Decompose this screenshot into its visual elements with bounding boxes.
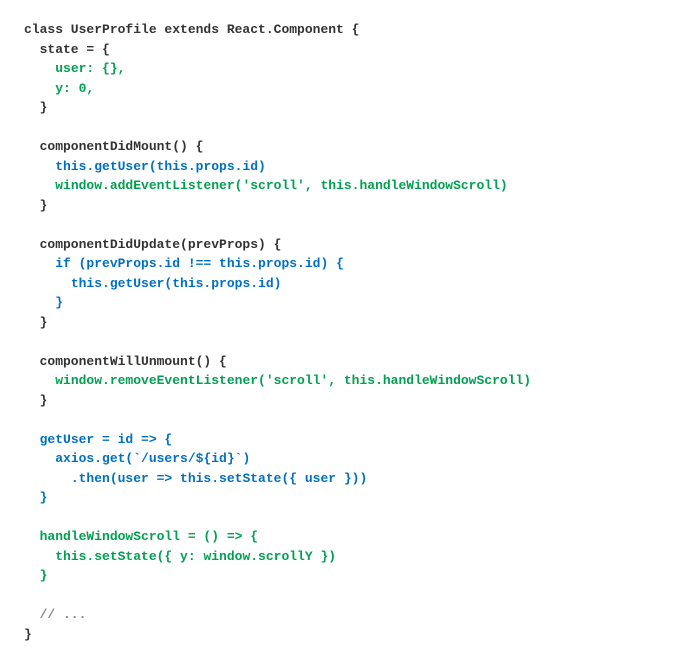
code-line: componentWillUnmount() {: [24, 354, 227, 369]
code-line: }: [24, 490, 47, 505]
code-line: }: [24, 315, 47, 330]
code-line: }: [24, 198, 47, 213]
code-line: }: [24, 100, 47, 115]
code-line: class UserProfile extends React.Componen…: [24, 22, 359, 37]
code-line: }: [24, 295, 63, 310]
code-line: window.addEventListener('scroll', this.h…: [24, 178, 508, 193]
code-line: y: 0,: [24, 81, 94, 96]
code-block: class UserProfile extends React.Componen…: [24, 20, 656, 644]
code-line: this.setState({ y: window.scrollY }): [24, 549, 336, 564]
code-line: handleWindowScroll = () => {: [24, 529, 258, 544]
code-line: componentDidMount() {: [24, 139, 203, 154]
code-line: }: [24, 393, 47, 408]
code-line: if (prevProps.id !== this.props.id) {: [24, 256, 344, 271]
code-line: }: [24, 627, 32, 642]
code-line: this.getUser(this.props.id): [24, 276, 281, 291]
code-line: // ...: [24, 607, 86, 622]
code-line: }: [24, 568, 47, 583]
code-line: user: {},: [24, 61, 125, 76]
code-line: axios.get(`/users/${id}`): [24, 451, 250, 466]
code-line: componentDidUpdate(prevProps) {: [24, 237, 281, 252]
code-line: .then(user => this.setState({ user })): [24, 471, 367, 486]
code-line: state = {: [24, 42, 110, 57]
code-line: window.removeEventListener('scroll', thi…: [24, 373, 531, 388]
code-line: getUser = id => {: [24, 432, 172, 447]
code-line: this.getUser(this.props.id): [24, 159, 266, 174]
